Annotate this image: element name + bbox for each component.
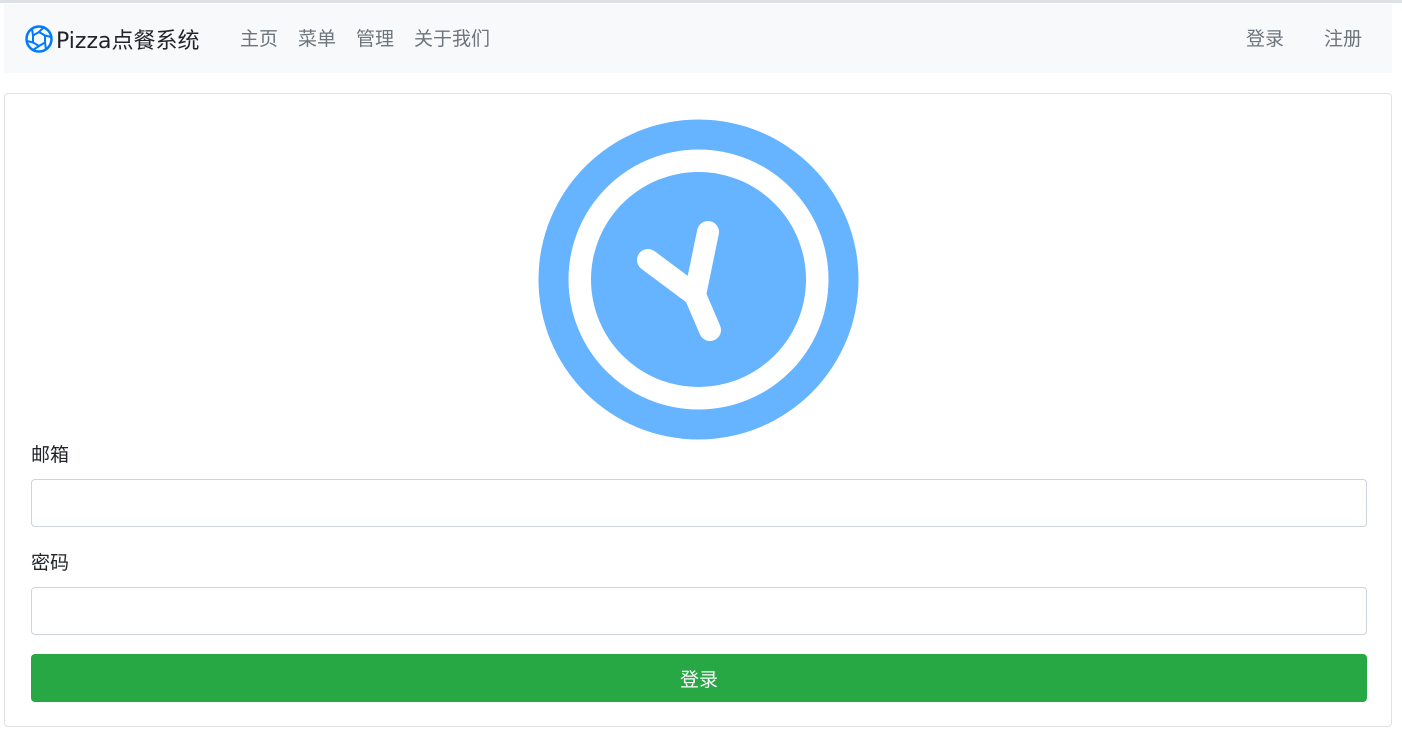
navbar: Pizza点餐系统 主页 菜单 管理 关于我们 登录 注册 <box>4 4 1392 73</box>
clock-icon <box>538 119 859 440</box>
brand-title: Pizza点餐系统 <box>56 29 200 54</box>
nav-login[interactable]: 登录 <box>1246 27 1284 51</box>
nav-home[interactable]: 主页 <box>240 27 278 51</box>
login-card: 邮箱 密码 登录 <box>4 93 1392 727</box>
auth-nav: 登录 注册 <box>1246 27 1362 51</box>
main-nav: 主页 菜单 管理 关于我们 <box>240 27 490 51</box>
nav-admin[interactable]: 管理 <box>356 27 394 51</box>
email-label: 邮箱 <box>31 444 70 466</box>
aperture-icon <box>24 24 54 54</box>
password-field[interactable] <box>31 587 1367 635</box>
password-label: 密码 <box>31 552 70 574</box>
top-border <box>0 0 1402 3</box>
nav-menu[interactable]: 菜单 <box>298 27 336 51</box>
login-button[interactable]: 登录 <box>31 654 1367 702</box>
brand-link[interactable]: Pizza点餐系统 <box>24 22 199 56</box>
nav-about[interactable]: 关于我们 <box>414 27 490 51</box>
nav-register[interactable]: 注册 <box>1324 27 1362 51</box>
email-field[interactable] <box>31 479 1367 527</box>
